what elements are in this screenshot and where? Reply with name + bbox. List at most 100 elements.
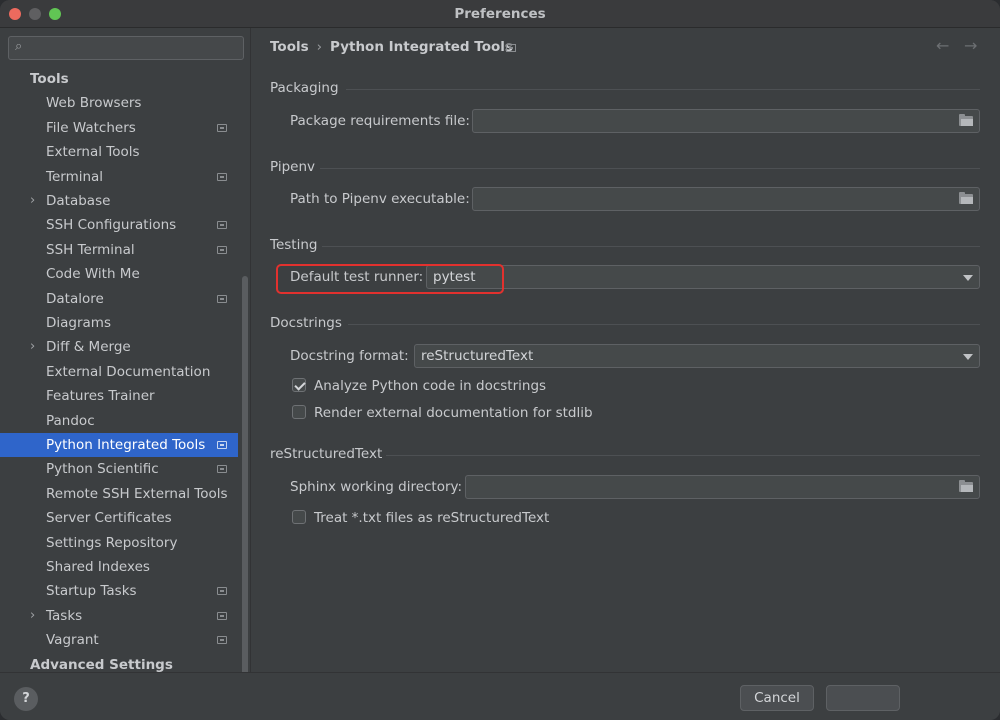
sidebar-item-tasks[interactable]: › Tasks <box>0 604 238 628</box>
project-scope-icon <box>217 172 227 181</box>
project-scope-icon <box>217 294 227 303</box>
treat-txt-as-rst-checkbox[interactable] <box>292 510 306 524</box>
sidebar-item-label: External Documentation <box>46 363 211 380</box>
dropdown-arrow-icon <box>963 275 973 281</box>
sidebar-item-label: Terminal <box>46 168 104 185</box>
sidebar-item-label: SSH Terminal <box>46 241 135 258</box>
sidebar-item-label: Tasks <box>46 607 83 624</box>
sidebar-item-label: Settings Repository <box>46 534 178 551</box>
sidebar-item-external-tools[interactable]: External Tools <box>0 140 238 164</box>
analyze-docstrings-label: Analyze Python code in docstrings <box>314 378 547 394</box>
settings-search-input[interactable]: ⌕ <box>8 36 244 60</box>
breadcrumb-parent[interactable]: Tools <box>270 39 309 55</box>
sidebar-item-database[interactable]: › Database <box>0 189 238 213</box>
section-divider <box>346 89 980 90</box>
sidebar-item-label: External Tools <box>46 144 140 161</box>
sidebar-item-label: Pandoc <box>46 412 95 429</box>
cancel-button[interactable]: Cancel <box>740 685 814 711</box>
sidebar-item-features-trainer[interactable]: Features Trainer <box>0 384 238 408</box>
folder-icon[interactable] <box>959 114 973 126</box>
breadcrumb-current: Python Integrated Tools <box>330 39 513 55</box>
sidebar-item-label: Datalore <box>46 290 104 307</box>
sidebar-item-python-scientific[interactable]: Python Scientific <box>0 457 238 481</box>
analyze-docstrings-checkbox[interactable] <box>292 378 306 392</box>
sidebar-item-ssh-configurations[interactable]: SSH Configurations <box>0 213 238 237</box>
sidebar-item-pandoc[interactable]: Pandoc <box>0 409 238 433</box>
sidebar-item-label: Database <box>46 193 111 209</box>
sidebar-item-label: Python Integrated Tools <box>46 437 206 453</box>
project-scope-icon <box>217 221 227 230</box>
sidebar-item-label: Code With Me <box>46 266 140 283</box>
back-arrow-icon[interactable]: ← <box>936 36 949 55</box>
sidebar-item-datalore[interactable]: Datalore <box>0 287 238 311</box>
sidebar-scrollbar[interactable] <box>242 276 248 694</box>
breadcrumb-separator: › <box>316 39 323 55</box>
sidebar-item-diagrams[interactable]: Diagrams <box>0 311 238 335</box>
sidebar-item-label: Features Trainer <box>46 388 155 405</box>
ok-button[interactable] <box>826 685 900 711</box>
project-scope-icon <box>217 441 227 449</box>
preferences-window: Preferences ⌕ Tools Web Browsers File Watc… <box>0 0 1000 720</box>
treat-txt-as-rst-label: Treat *.txt files as reStructuredText <box>314 510 550 526</box>
section-docstrings-title: Docstrings <box>270 315 342 331</box>
project-scope-icon <box>217 465 227 474</box>
folder-icon[interactable] <box>959 480 973 492</box>
docstring-format-label: Docstring format: <box>290 348 409 364</box>
pipenv-path-input[interactable] <box>472 187 980 211</box>
title-bar: Preferences <box>0 0 1000 28</box>
package-requirements-input[interactable] <box>472 109 980 133</box>
sidebar-item-web-browsers[interactable]: Web Browsers <box>0 91 238 115</box>
sidebar-item-server-certificates[interactable]: Server Certificates <box>0 506 238 530</box>
breadcrumb: Tools › Python Integrated Tools <box>270 39 513 55</box>
render-stdlib-docs-checkbox[interactable] <box>292 405 306 419</box>
project-scope-icon <box>217 611 227 620</box>
dropdown-arrow-icon <box>963 354 973 360</box>
sidebar-item-label: Diff & Merge <box>46 339 131 356</box>
folder-icon[interactable] <box>959 192 973 204</box>
render-stdlib-docs-label: Render external documentation for stdlib <box>314 405 593 421</box>
section-packaging-title: Packaging <box>270 80 339 96</box>
settings-sidebar: ⌕ Tools Web Browsers File Watchers External… <box>0 28 251 694</box>
sidebar-item-external-documentation[interactable]: External Documentation <box>0 360 238 384</box>
help-button[interactable]: ? <box>14 687 38 711</box>
sidebar-item-startup-tasks[interactable]: Startup Tasks <box>0 579 238 603</box>
docstring-format-select[interactable]: reStructuredText <box>414 344 980 368</box>
sidebar-item-label: File Watchers <box>46 119 136 136</box>
sidebar-item-settings-repository[interactable]: Settings Repository <box>0 531 238 555</box>
sidebar-item-label: Python Scientific <box>46 461 159 478</box>
section-divider <box>348 324 980 325</box>
docstring-format-value: reStructuredText <box>421 348 534 364</box>
section-testing-title: Testing <box>270 237 318 253</box>
section-divider <box>320 168 980 169</box>
section-pipenv-title: Pipenv <box>270 159 316 175</box>
sidebar-item-file-watchers[interactable]: File Watchers <box>0 116 238 140</box>
chevron-right-icon[interactable]: › <box>30 335 35 359</box>
sidebar-item-terminal[interactable]: Terminal <box>0 165 238 189</box>
sphinx-directory-input[interactable] <box>465 475 980 499</box>
sidebar-item-shared-indexes[interactable]: Shared Indexes <box>0 555 238 579</box>
sidebar-item-label: Remote SSH External Tools <box>46 485 228 502</box>
window-title: Preferences <box>454 6 546 22</box>
forward-arrow-icon[interactable]: → <box>964 36 977 55</box>
sidebar-item-label: Server Certificates <box>46 510 172 527</box>
sidebar-item-tools[interactable]: Tools <box>0 67 238 91</box>
annotation-highlight-box <box>276 264 504 294</box>
sidebar-item-remote-ssh-external-tools[interactable]: Remote SSH External Tools <box>0 482 238 506</box>
sidebar-item-vagrant[interactable]: Vagrant <box>0 628 238 652</box>
package-requirements-label: Package requirements file: <box>290 113 470 129</box>
default-test-runner-select[interactable]: pytest <box>426 265 980 289</box>
chevron-right-icon[interactable]: › <box>30 604 35 628</box>
settings-panel: Tools › Python Integrated Tools ← → Packag… <box>252 28 1000 672</box>
sidebar-item-label: Startup Tasks <box>46 583 137 600</box>
project-scope-icon <box>217 587 227 596</box>
chevron-right-icon[interactable]: › <box>30 189 35 213</box>
sidebar-item-label: Tools <box>30 71 69 87</box>
sidebar-item-label: Web Browsers <box>46 95 142 112</box>
sidebar-item-ssh-terminal[interactable]: SSH Terminal <box>0 238 238 262</box>
sidebar-item-code-with-me[interactable]: Code With Me <box>0 262 238 286</box>
sidebar-item-label: Vagrant <box>46 632 99 649</box>
project-scope-icon <box>217 245 227 254</box>
sidebar-item-python-integrated-tools[interactable]: Python Integrated Tools <box>0 433 238 457</box>
dialog-footer: ? Cancel <box>0 672 1000 720</box>
sidebar-item-diff-merge[interactable]: › Diff & Merge <box>0 335 238 359</box>
